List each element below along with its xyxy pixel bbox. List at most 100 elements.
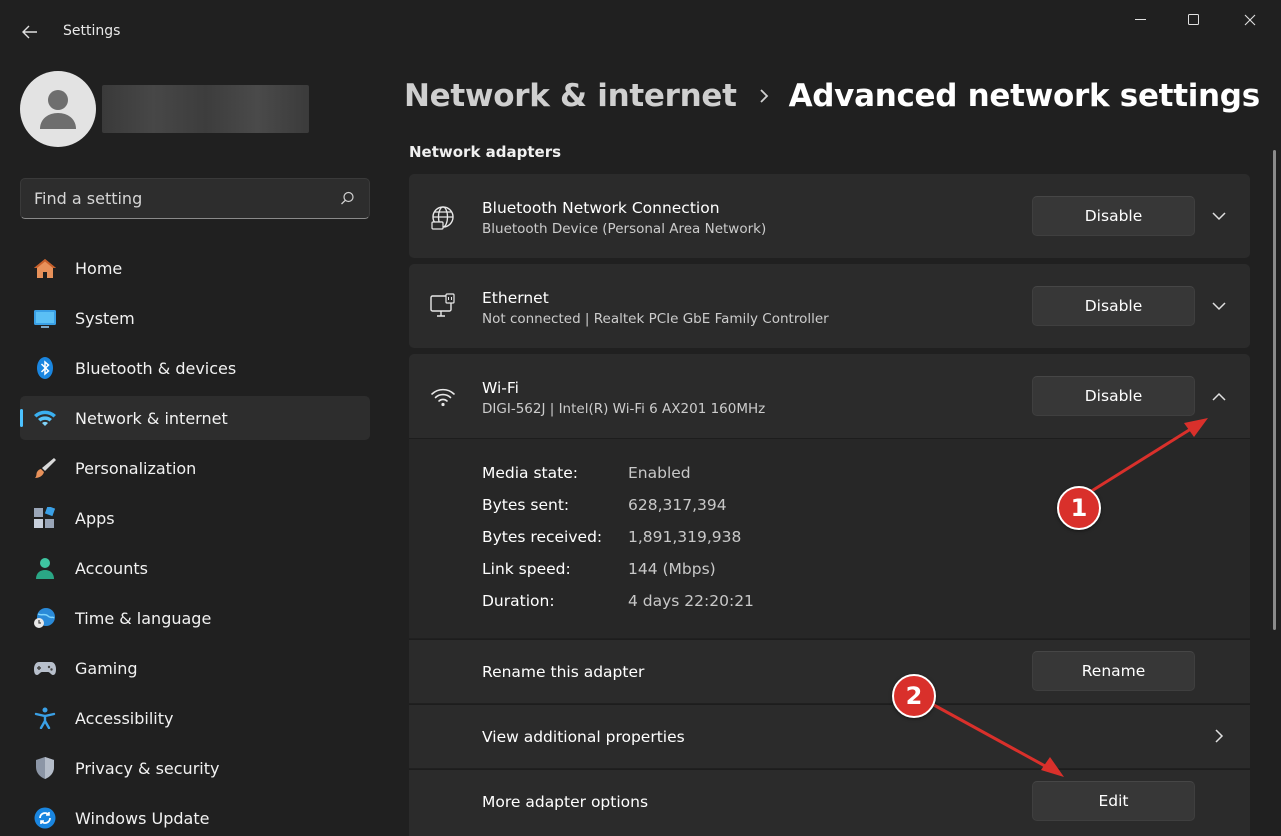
shield-icon [36,757,54,779]
maximize-icon [1188,14,1199,25]
maximize-button[interactable] [1171,4,1217,36]
sidebar-item-gaming[interactable]: Gaming [20,646,370,690]
sidebar-item-system[interactable]: System [20,296,370,340]
sidebar-item-label: Accessibility [75,708,174,728]
adapter-description: Bluetooth Device (Personal Area Network) [482,221,767,237]
detail-value: Enabled [628,464,691,482]
sidebar-item-home[interactable]: Home [20,246,370,290]
search-icon[interactable] [340,191,355,206]
system-icon [34,310,56,328]
breadcrumb: Network & internet Advanced network sett… [404,72,1260,120]
adapter-card-bluetooth[interactable]: Bluetooth Network Connection Bluetooth D… [409,174,1250,258]
minimize-button[interactable] [1118,4,1164,36]
avatar [20,71,96,147]
detail-value: 628,317,394 [628,496,727,514]
sidebar-item-label: Bluetooth & devices [75,358,237,378]
detail-label: Bytes received: [482,528,603,546]
sidebar-item-network[interactable]: Network & internet [20,396,370,440]
chevron-right-icon [1214,729,1223,743]
more-adapter-options-row: More adapter options Edit [409,769,1250,836]
detail-label: Duration: [482,592,555,610]
more-adapter-options-label: More adapter options [482,793,649,811]
wifi-icon [34,410,56,426]
section-title: Network adapters [409,143,562,161]
title-bar: Settings [0,0,1281,64]
minimize-icon [1135,19,1146,20]
chevron-right-icon [759,89,768,103]
detail-label: Media state: [482,464,578,482]
globe-network-icon [431,206,454,230]
view-properties-label: View additional properties [482,728,685,746]
disable-ethernet-adapter-button[interactable]: Disable [1032,286,1195,326]
update-icon [34,807,56,829]
detail-label: Link speed: [482,560,571,578]
adapter-name: Ethernet [482,289,549,307]
sidebar-item-label: Windows Update [75,808,210,828]
rename-adapter-label: Rename this adapter [482,663,645,681]
edit-button[interactable]: Edit [1032,781,1195,821]
detail-value: 1,891,319,938 [628,528,742,546]
globe-clock-icon [34,608,55,628]
back-button[interactable] [14,18,46,46]
rename-adapter-row: Rename this adapter Rename [409,639,1250,703]
back-arrow-icon [22,25,37,39]
accessibility-icon [34,707,56,729]
step-badge-1: 1 [1057,486,1101,530]
sidebar-item-windows-update[interactable]: Windows Update [20,796,370,836]
breadcrumb-parent-link[interactable]: Network & internet [404,78,737,114]
chevron-down-icon [1212,211,1226,220]
gamepad-icon [34,662,56,675]
detail-value: 4 days 22:20:21 [628,592,754,610]
sidebar-item-accounts[interactable]: Accounts [20,546,370,590]
expand-button[interactable] [1209,206,1229,226]
expand-button[interactable] [1209,296,1229,316]
adapter-card-wifi[interactable]: Wi-Fi DIGI-562J | Intel(R) Wi-Fi 6 AX201… [409,354,1250,438]
chevron-down-icon [1212,301,1226,310]
adapter-description: Not connected | Realtek PCIe GbE Family … [482,311,829,327]
app-title: Settings [63,23,121,39]
sidebar-item-label: Gaming [75,658,138,678]
sidebar-item-label: Personalization [75,458,197,478]
sidebar-item-label: System [75,308,135,328]
view-properties-row[interactable]: View additional properties [409,704,1250,768]
sidebar-item-label: Apps [75,508,115,528]
detail-label: Bytes sent: [482,496,570,514]
step-badge-2: 2 [892,674,936,718]
apps-icon [34,507,56,528]
sidebar-item-apps[interactable]: Apps [20,496,370,540]
collapse-button[interactable] [1209,386,1229,406]
chevron-up-icon [1212,392,1226,401]
search-input[interactable] [21,179,331,218]
adapter-description: DIGI-562J | Intel(R) Wi-Fi 6 AX201 160MH… [482,401,766,417]
sidebar-item-label: Home [75,258,123,278]
person-icon [40,90,76,129]
rename-button[interactable]: Rename [1032,651,1195,691]
sidebar-item-label: Time & language [75,608,212,628]
sidebar-item-label: Privacy & security [75,758,220,778]
sidebar-item-bluetooth[interactable]: Bluetooth & devices [20,346,370,390]
person-icon [36,558,54,579]
disable-wifi-adapter-button[interactable]: Disable [1032,376,1195,416]
sidebar-item-privacy-security[interactable]: Privacy & security [20,746,370,790]
ethernet-icon [430,293,455,317]
sidebar-item-personalization[interactable]: Personalization [20,446,370,490]
adapter-card-ethernet[interactable]: Ethernet Not connected | Realtek PCIe Gb… [409,264,1250,348]
sidebar-item-accessibility[interactable]: Accessibility [20,696,370,740]
close-icon [1244,14,1256,26]
sidebar-item-time-language[interactable]: Time & language [20,596,370,640]
sidebar-item-label: Network & internet [75,408,228,428]
home-icon [34,259,56,278]
breadcrumb-separator [759,88,769,104]
detail-value: 144 (Mbps) [628,560,716,578]
search-box[interactable] [20,178,370,219]
scrollbar[interactable] [1273,150,1276,630]
page-title: Advanced network settings [788,78,1261,114]
navigate-button[interactable] [1209,726,1229,746]
bluetooth-icon [37,357,53,379]
sidebar-item-label: Accounts [75,558,148,578]
disable-bluetooth-adapter-button[interactable]: Disable [1032,196,1195,236]
user-name-redacted [102,85,309,133]
close-button[interactable] [1227,4,1273,36]
wifi-details-panel: Media state: Enabled Bytes sent: 628,317… [409,438,1250,638]
adapter-name: Wi-Fi [482,379,519,397]
